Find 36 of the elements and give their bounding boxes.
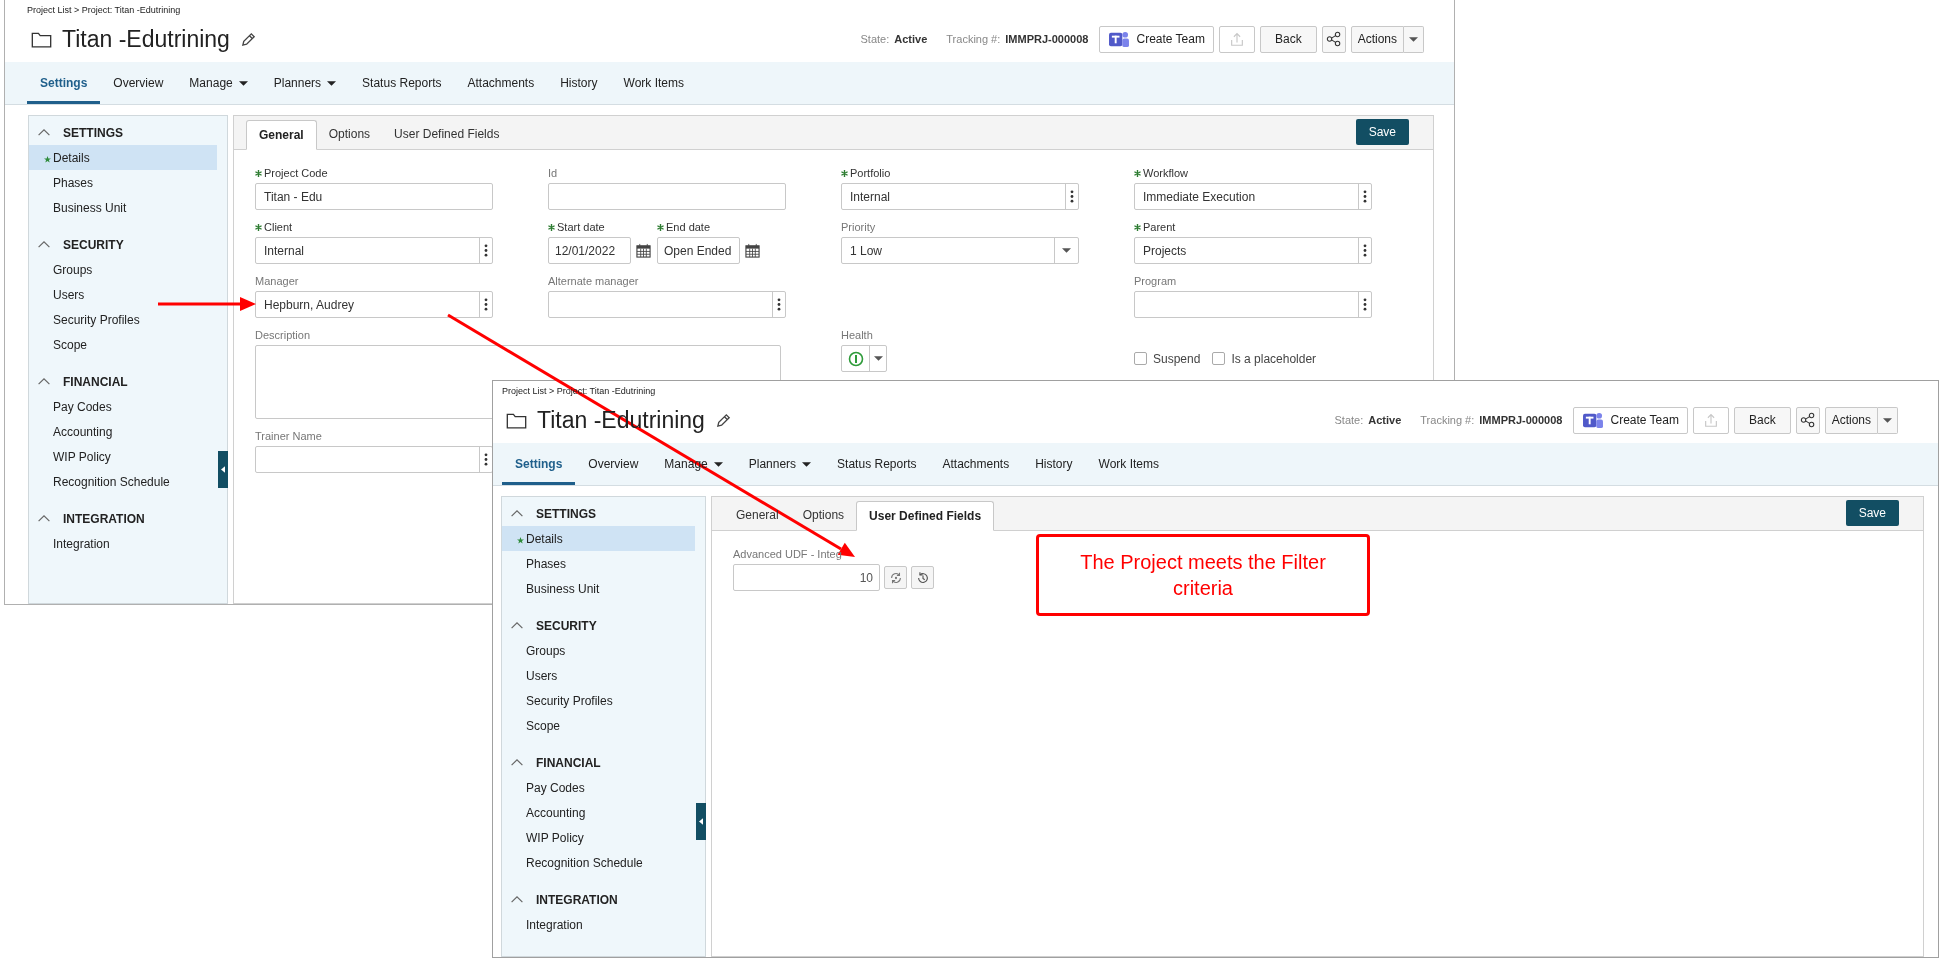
checkbox-label: Is a placeholder bbox=[1231, 350, 1317, 368]
section-title: INTEGRATION bbox=[536, 891, 618, 909]
page-title: Titan -Edutrining bbox=[62, 24, 230, 54]
section-title: FINANCIAL bbox=[63, 373, 128, 391]
section-title: SECURITY bbox=[536, 617, 597, 635]
field-label: Id bbox=[548, 165, 558, 181]
checkbox-label: Suspend bbox=[1153, 350, 1201, 368]
field-label: Workflow bbox=[1143, 165, 1189, 181]
field-label: Start date bbox=[557, 219, 605, 235]
tracking-number: IMMPRJ-000008 bbox=[1005, 31, 1089, 47]
tracking-label: Tracking #: bbox=[946, 31, 1001, 47]
field-label: Client bbox=[264, 219, 293, 235]
state-label: State: bbox=[860, 31, 890, 47]
section-title: SETTINGS bbox=[63, 124, 123, 142]
field-label: Description bbox=[255, 327, 311, 343]
section-title: FINANCIAL bbox=[536, 754, 601, 772]
field-label: Advanced UDF - Integ bbox=[733, 546, 842, 562]
tracking-label: Tracking #: bbox=[1420, 412, 1475, 428]
section-title: SECURITY bbox=[63, 236, 124, 254]
field-label: Trainer Name bbox=[255, 428, 322, 444]
field-label: Portfolio bbox=[850, 165, 891, 181]
field-label: Priority bbox=[841, 219, 876, 235]
field-label: End date bbox=[666, 219, 711, 235]
state-label: State: bbox=[1334, 412, 1364, 428]
section-title: SETTINGS bbox=[536, 505, 596, 523]
section-title: INTEGRATION bbox=[63, 510, 145, 528]
field-label: Project Code bbox=[264, 165, 328, 181]
field-label: Manager bbox=[255, 273, 299, 289]
state-value: Active bbox=[894, 31, 928, 47]
field-label: Program bbox=[1134, 273, 1177, 289]
field-label: Health bbox=[841, 327, 873, 343]
callout: The Project meets the Filter criteria bbox=[1036, 534, 1370, 616]
state-value: Active bbox=[1368, 412, 1402, 428]
field-label: Alternate manager bbox=[548, 273, 639, 289]
tracking-number: IMMPRJ-000008 bbox=[1479, 412, 1563, 428]
field-label: Parent bbox=[1143, 219, 1176, 235]
